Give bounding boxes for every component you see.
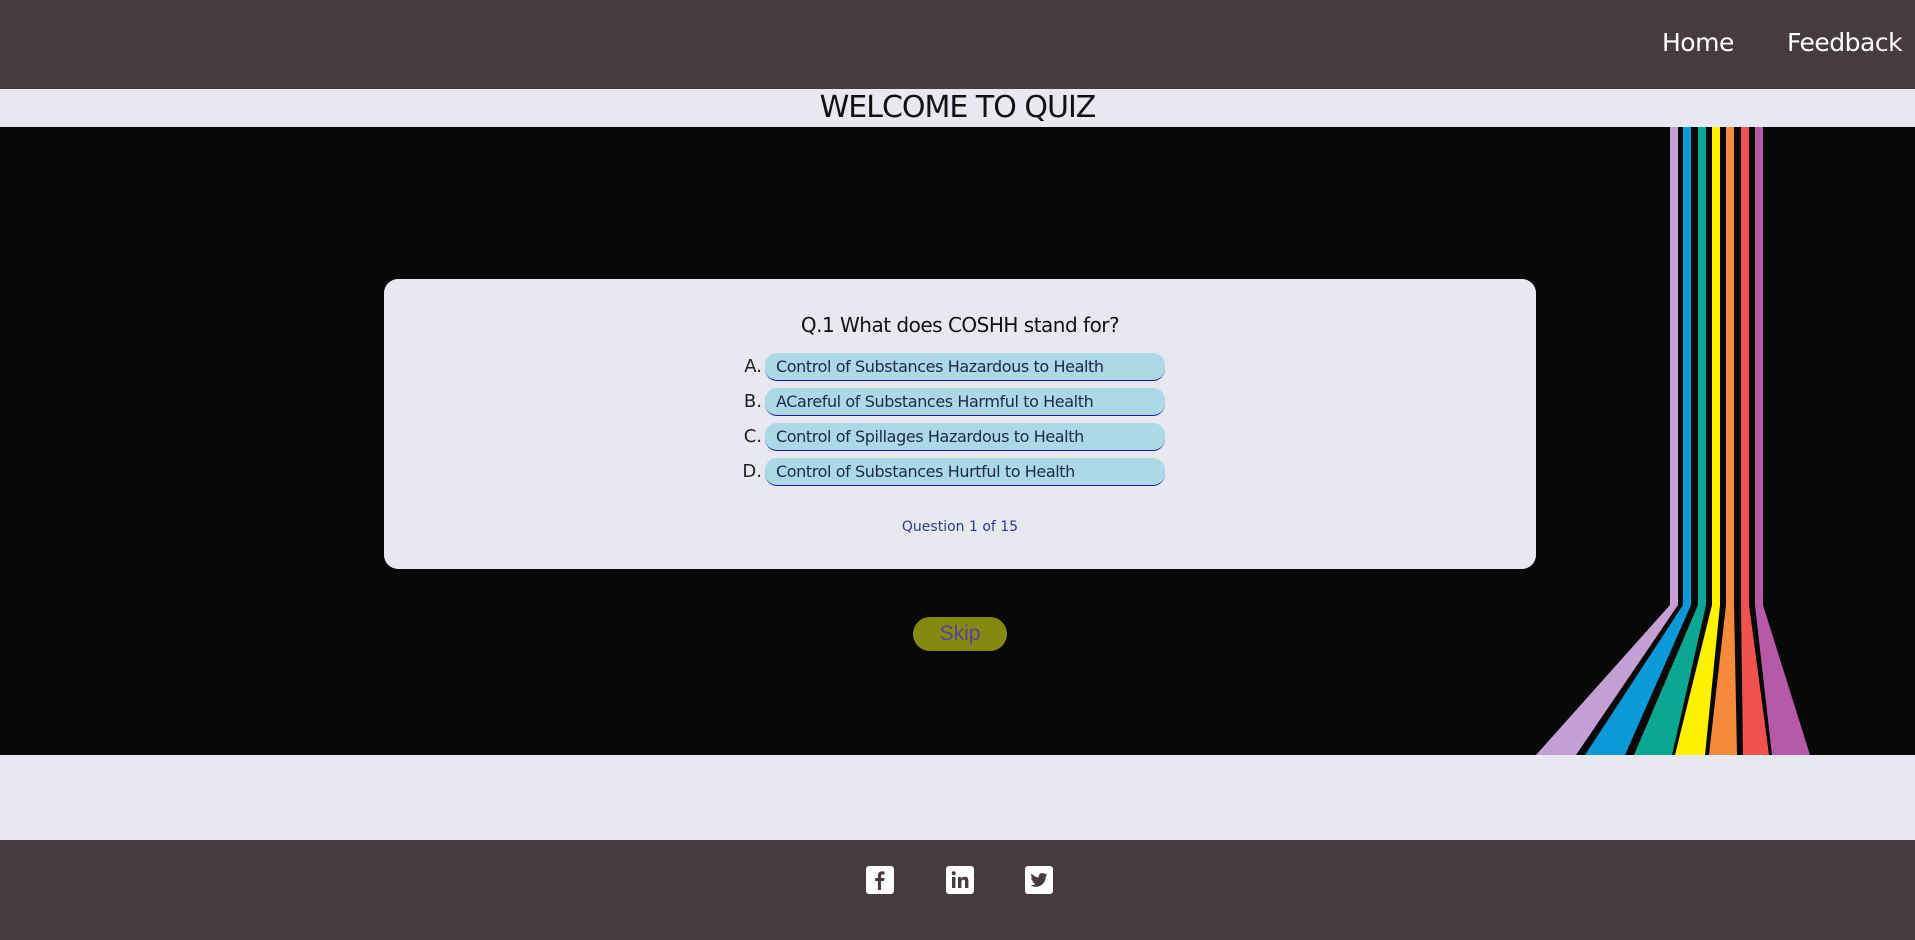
answer-option-d-button[interactable]: Control of Substances Hurtful to Health <box>765 458 1165 486</box>
rainbow-stripe <box>1755 127 1810 755</box>
answer-letter: C. <box>743 426 762 447</box>
top-navbar: Home Feedback <box>0 0 1915 89</box>
answer-option-c-button[interactable]: Control of Spillages Hazardous to Health <box>765 423 1165 451</box>
skip-button[interactable]: Skip <box>913 617 1007 651</box>
linkedin-icon[interactable] <box>946 866 974 894</box>
nav-home-link[interactable]: Home <box>1662 28 1734 57</box>
question-text: Q.1 What does COSHH stand for? <box>800 313 1120 337</box>
answer-letter: A. <box>744 356 762 377</box>
twitter-icon[interactable] <box>1025 866 1053 894</box>
facebook-icon[interactable] <box>866 866 894 894</box>
page-title: WELCOME TO QUIZ <box>819 90 1097 125</box>
answer-letter: B. <box>743 391 762 412</box>
quiz-card: Q.1 What does COSHH stand for? A. Contro… <box>384 279 1536 569</box>
title-band: WELCOME TO QUIZ <box>0 89 1915 127</box>
answer-option-b-button[interactable]: ACareful of Substances Harmful to Health <box>765 388 1165 416</box>
answer-letter: D. <box>742 461 762 482</box>
quiz-hero: Q.1 What does COSHH stand for? A. Contro… <box>0 127 1915 755</box>
nav-feedback-link[interactable]: Feedback <box>1787 28 1903 57</box>
footer <box>0 840 1915 940</box>
answer-option-a-button[interactable]: Control of Substances Hazardous to Healt… <box>765 353 1165 381</box>
question-progress: Question 1 of 15 <box>901 519 1019 535</box>
